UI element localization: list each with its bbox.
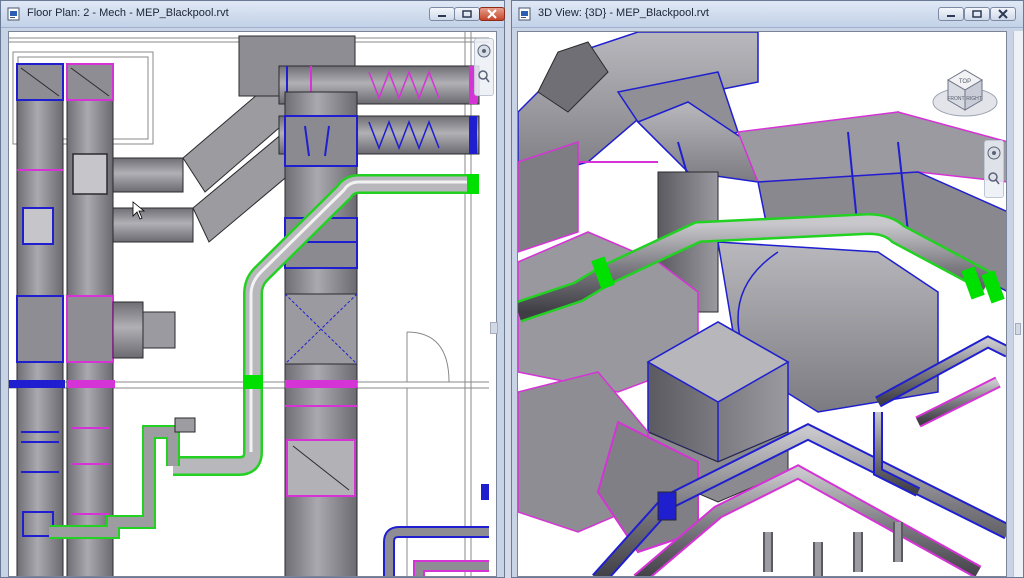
3d-view-scrollbar[interactable] [1013,31,1023,577]
minimize-icon [947,15,955,17]
floor-plan-title: Floor Plan: 2 - Mech - MEP_Blackpool.rvt [27,7,229,19]
revit-doc-icon [7,7,20,21]
scrollbar-thumb[interactable] [1015,323,1021,335]
minimize-button[interactable] [938,7,964,21]
restore-button[interactable] [964,7,990,21]
zoom-icon[interactable] [478,70,490,83]
navigation-bar[interactable] [984,140,1004,198]
minimize-icon [438,15,446,17]
blue-pipe-fittings [383,484,489,576]
3d-view-titlebar[interactable]: 3D View: {3D} - MEP_Blackpool.rvt [512,1,1023,28]
viewcube-right-label: RIGHT [966,96,982,102]
3d-view-title: 3D View: {3D} - MEP_Blackpool.rvt [538,7,709,19]
floor-plan-window[interactable]: Floor Plan: 2 - Mech - MEP_Blackpool.rvt [0,0,505,578]
restore-icon [972,10,982,18]
navigation-bar[interactable] [474,38,494,96]
floor-plan-canvas[interactable] [8,31,497,577]
restore-icon [462,10,472,18]
3d-view-canvas[interactable]: TOP FRONT RIGHT [517,31,1007,577]
viewcube-top-label: TOP [959,79,971,85]
close-icon [487,9,497,19]
viewcube[interactable]: TOP FRONT RIGHT [930,58,1000,128]
viewcube-front-label: FRONT [947,96,964,102]
close-button[interactable] [990,7,1016,21]
revit-doc-icon [518,7,531,21]
zoom-icon[interactable] [988,172,1000,185]
close-button[interactable] [479,7,505,21]
minimize-button[interactable] [429,7,455,21]
floor-plan-titlebar[interactable]: Floor Plan: 2 - Mech - MEP_Blackpool.rvt [1,1,505,28]
steering-wheel-icon[interactable] [477,44,491,58]
main-trunk-duct [284,91,358,576]
restore-button[interactable] [454,7,480,21]
3d-view-window[interactable]: 3D View: {3D} - MEP_Blackpool.rvt TOP FR… [511,0,1024,578]
close-icon [998,9,1008,19]
floor-plan-scrollbar-thumb[interactable] [490,322,498,334]
steering-wheel-icon[interactable] [987,146,1001,160]
